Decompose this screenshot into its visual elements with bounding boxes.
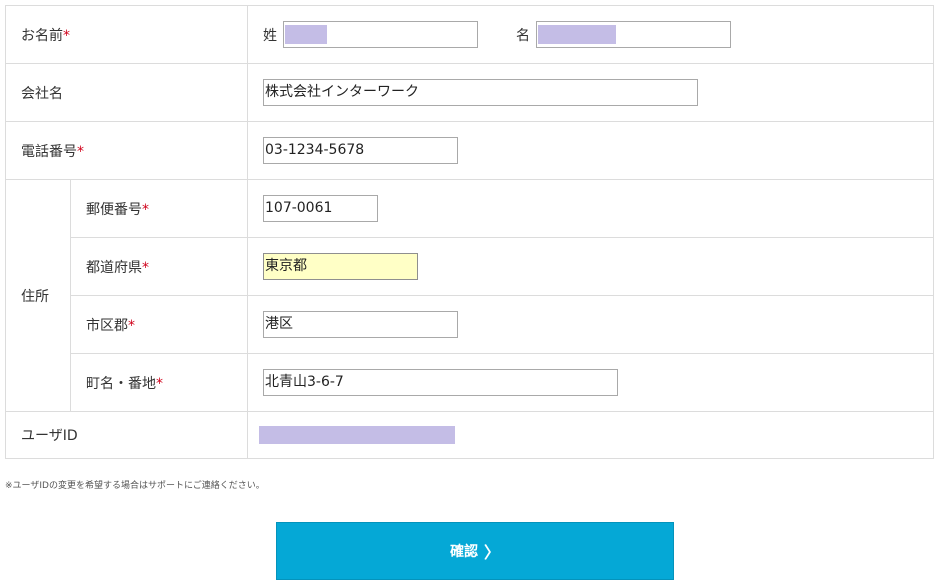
- chevron-right-icon: 〉: [483, 543, 500, 562]
- redacted-value: [538, 24, 616, 44]
- address-group-label: 住所: [5, 179, 71, 412]
- city-label: 市区郡*: [70, 295, 248, 354]
- user-id-row: ユーザID: [5, 411, 934, 459]
- street-input[interactable]: 北青山3-6-7: [263, 369, 618, 396]
- mei-label: 名: [516, 27, 530, 44]
- phone-label: 電話番号*: [5, 121, 248, 180]
- confirm-button[interactable]: 確認 〉: [276, 522, 674, 580]
- required-mark: *: [142, 201, 149, 218]
- required-mark: *: [77, 143, 84, 160]
- user-id-label: ユーザID: [5, 411, 248, 459]
- prefecture-row: 都道府県* 東京都: [6, 237, 934, 296]
- company-input[interactable]: 株式会社インターワーク: [263, 79, 698, 106]
- city-row: 市区郡* 港区: [6, 295, 934, 354]
- postal-label: 郵便番号*: [70, 179, 248, 238]
- redacted-value: [285, 24, 327, 44]
- street-label: 町名・番地*: [70, 353, 248, 412]
- street-row: 町名・番地* 北青山3-6-7: [6, 353, 934, 412]
- name-row: お名前* 姓 名: [5, 5, 934, 64]
- name-label: お名前*: [5, 5, 248, 64]
- prefecture-input[interactable]: 東京都: [263, 253, 418, 280]
- required-mark: *: [156, 375, 163, 392]
- postal-input[interactable]: 107-0061: [263, 195, 378, 222]
- first-name-input[interactable]: [536, 21, 731, 48]
- company-label: 会社名: [5, 63, 248, 122]
- postal-row: 住所 郵便番号* 107-0061: [5, 179, 934, 412]
- last-name-input[interactable]: [283, 21, 478, 48]
- prefecture-label: 都道府県*: [70, 237, 248, 296]
- required-mark: *: [63, 27, 70, 44]
- phone-input[interactable]: 03-1234-5678: [263, 137, 458, 164]
- city-input[interactable]: 港区: [263, 311, 458, 338]
- required-mark: *: [128, 317, 135, 334]
- profile-form-table: お名前* 姓 名 会社名 株式会社インターワーク 電話番号* 03-1234-5…: [5, 5, 934, 459]
- required-mark: *: [142, 259, 149, 276]
- user-id-note: ※ユーザIDの変更を希望する場合はサポートにご連絡ください。: [5, 481, 265, 491]
- company-row: 会社名 株式会社インターワーク: [5, 63, 934, 122]
- confirm-label: 確認: [449, 544, 478, 560]
- name-fields: 姓 名: [247, 5, 934, 64]
- user-id-value-redacted: [259, 426, 455, 444]
- sei-label: 姓: [263, 27, 277, 44]
- phone-row: 電話番号* 03-1234-5678: [5, 121, 934, 180]
